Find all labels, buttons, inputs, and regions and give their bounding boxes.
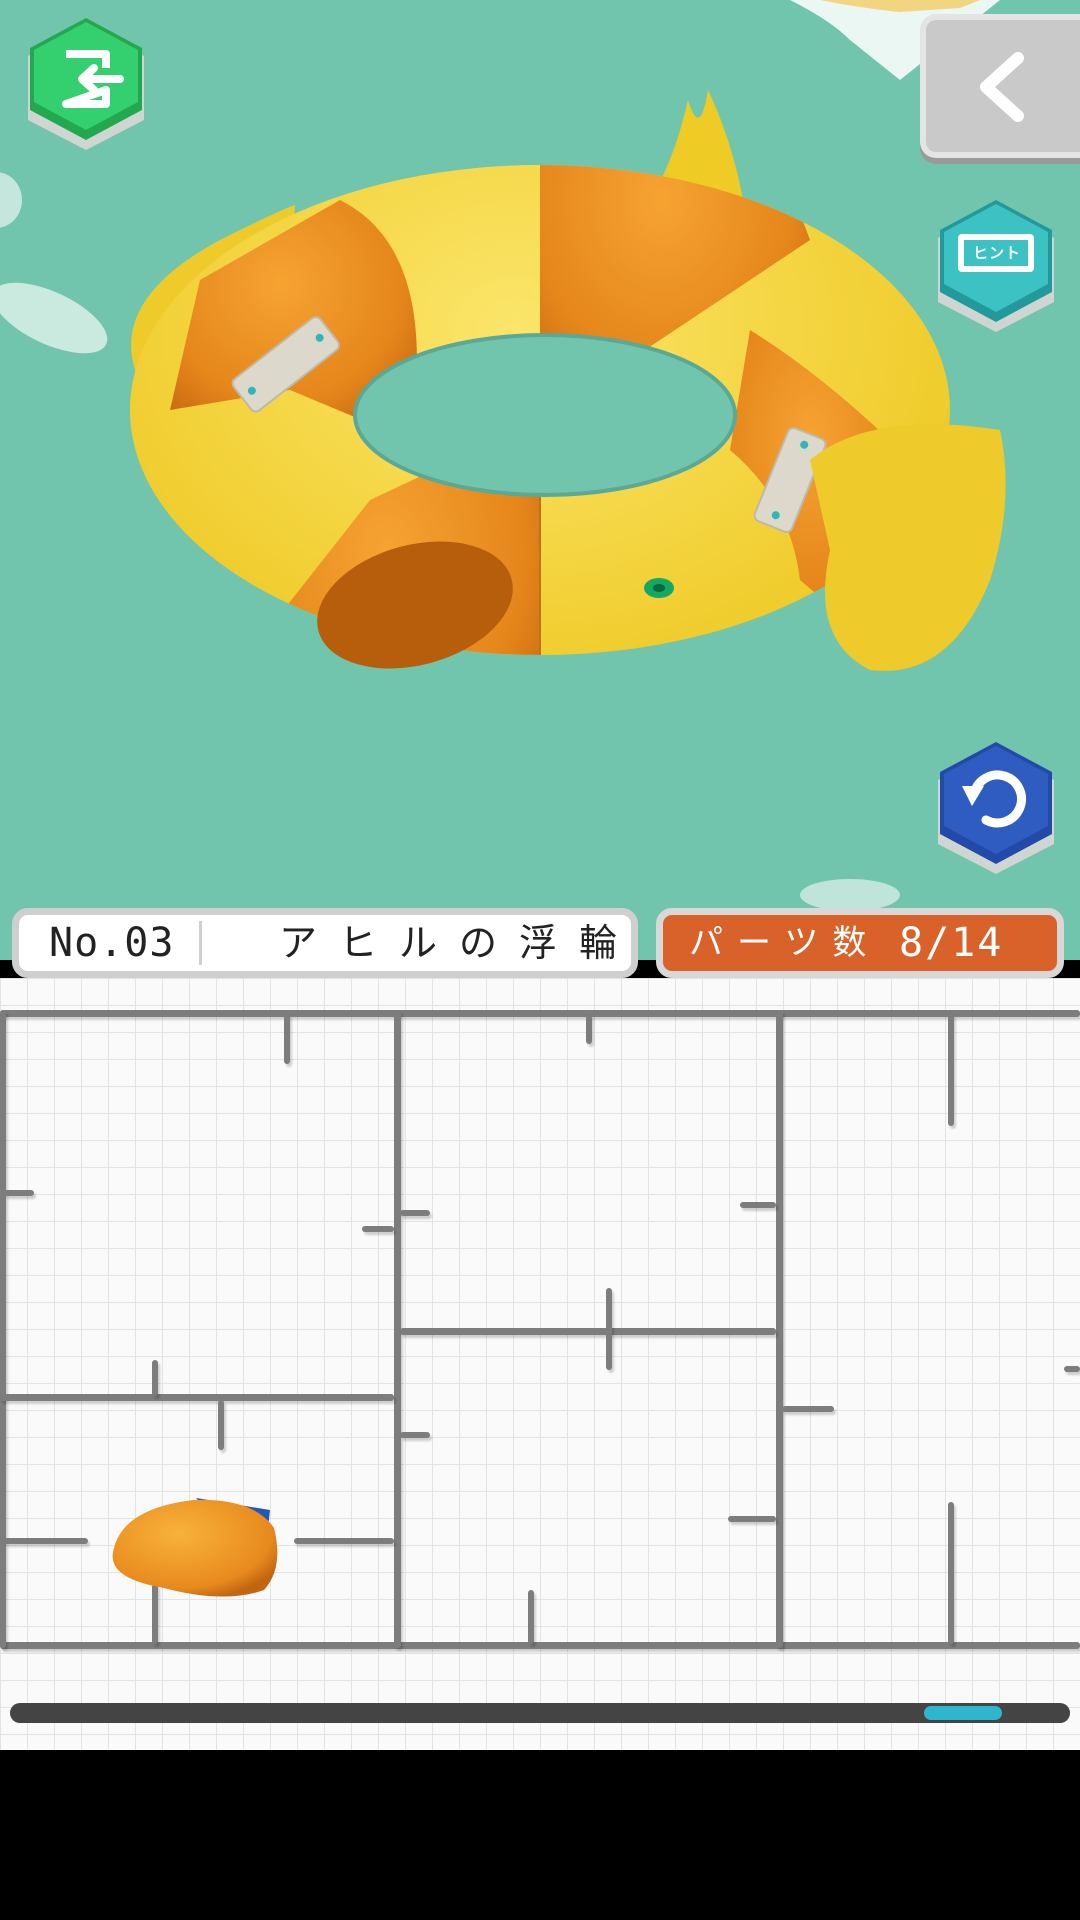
sprue-gate xyxy=(740,1202,776,1208)
parts-scrollbar[interactable] xyxy=(10,1703,1070,1723)
parts-label: パーツ数 xyxy=(689,923,881,963)
divider xyxy=(199,921,202,965)
sprue-gate xyxy=(948,1502,954,1644)
sprue-rail xyxy=(0,1010,6,1648)
undo-button[interactable] xyxy=(934,742,1058,882)
duck-float-model[interactable] xyxy=(110,80,1010,790)
sprue-gate xyxy=(400,1210,430,1216)
hint-label: ヒント xyxy=(972,244,1021,262)
sprue-rail xyxy=(0,1642,1080,1649)
exit-button[interactable] xyxy=(24,18,148,158)
back-button[interactable] xyxy=(920,14,1080,158)
model-preview-area[interactable]: ヒント xyxy=(0,0,1080,960)
puzzle-title-bar: No.03 アヒルの浮輪 xyxy=(12,908,638,978)
sprue-gate xyxy=(728,1516,776,1522)
sprue-rail xyxy=(0,1010,1080,1017)
scrollbar-thumb[interactable] xyxy=(924,1706,1002,1720)
puzzle-number: No.03 xyxy=(49,920,175,966)
sprue-gate xyxy=(948,1014,954,1126)
puzzle-name: アヒルの浮輪 xyxy=(279,921,640,965)
hint-button[interactable]: ヒント xyxy=(934,200,1058,340)
parts-sprue-sheet[interactable] xyxy=(0,978,1080,1750)
parts-count: 8/14 xyxy=(899,920,1004,966)
sprue-rail xyxy=(400,1328,776,1335)
sprue-gate xyxy=(362,1226,394,1232)
sprue-rail xyxy=(0,1394,394,1401)
sprue-gate xyxy=(152,1360,158,1396)
sprue-gate xyxy=(528,1590,534,1644)
sprue-gate xyxy=(4,1538,88,1544)
chevron-left-icon xyxy=(980,52,1024,122)
sprue-rail xyxy=(776,1010,783,1648)
sprue-gate xyxy=(4,1190,34,1196)
sprue-gate xyxy=(782,1406,834,1412)
sprue-gate xyxy=(400,1432,430,1438)
sprue-gate xyxy=(606,1288,612,1370)
sprue-gate xyxy=(218,1400,224,1450)
sprue-gate xyxy=(586,1014,592,1044)
sprue-gate xyxy=(284,1014,290,1064)
duck-bill-part[interactable] xyxy=(104,1488,284,1608)
sprue-gate xyxy=(294,1538,394,1544)
sprue-gate xyxy=(1064,1366,1080,1372)
parts-count-bar: パーツ数 8/14 xyxy=(656,908,1064,978)
